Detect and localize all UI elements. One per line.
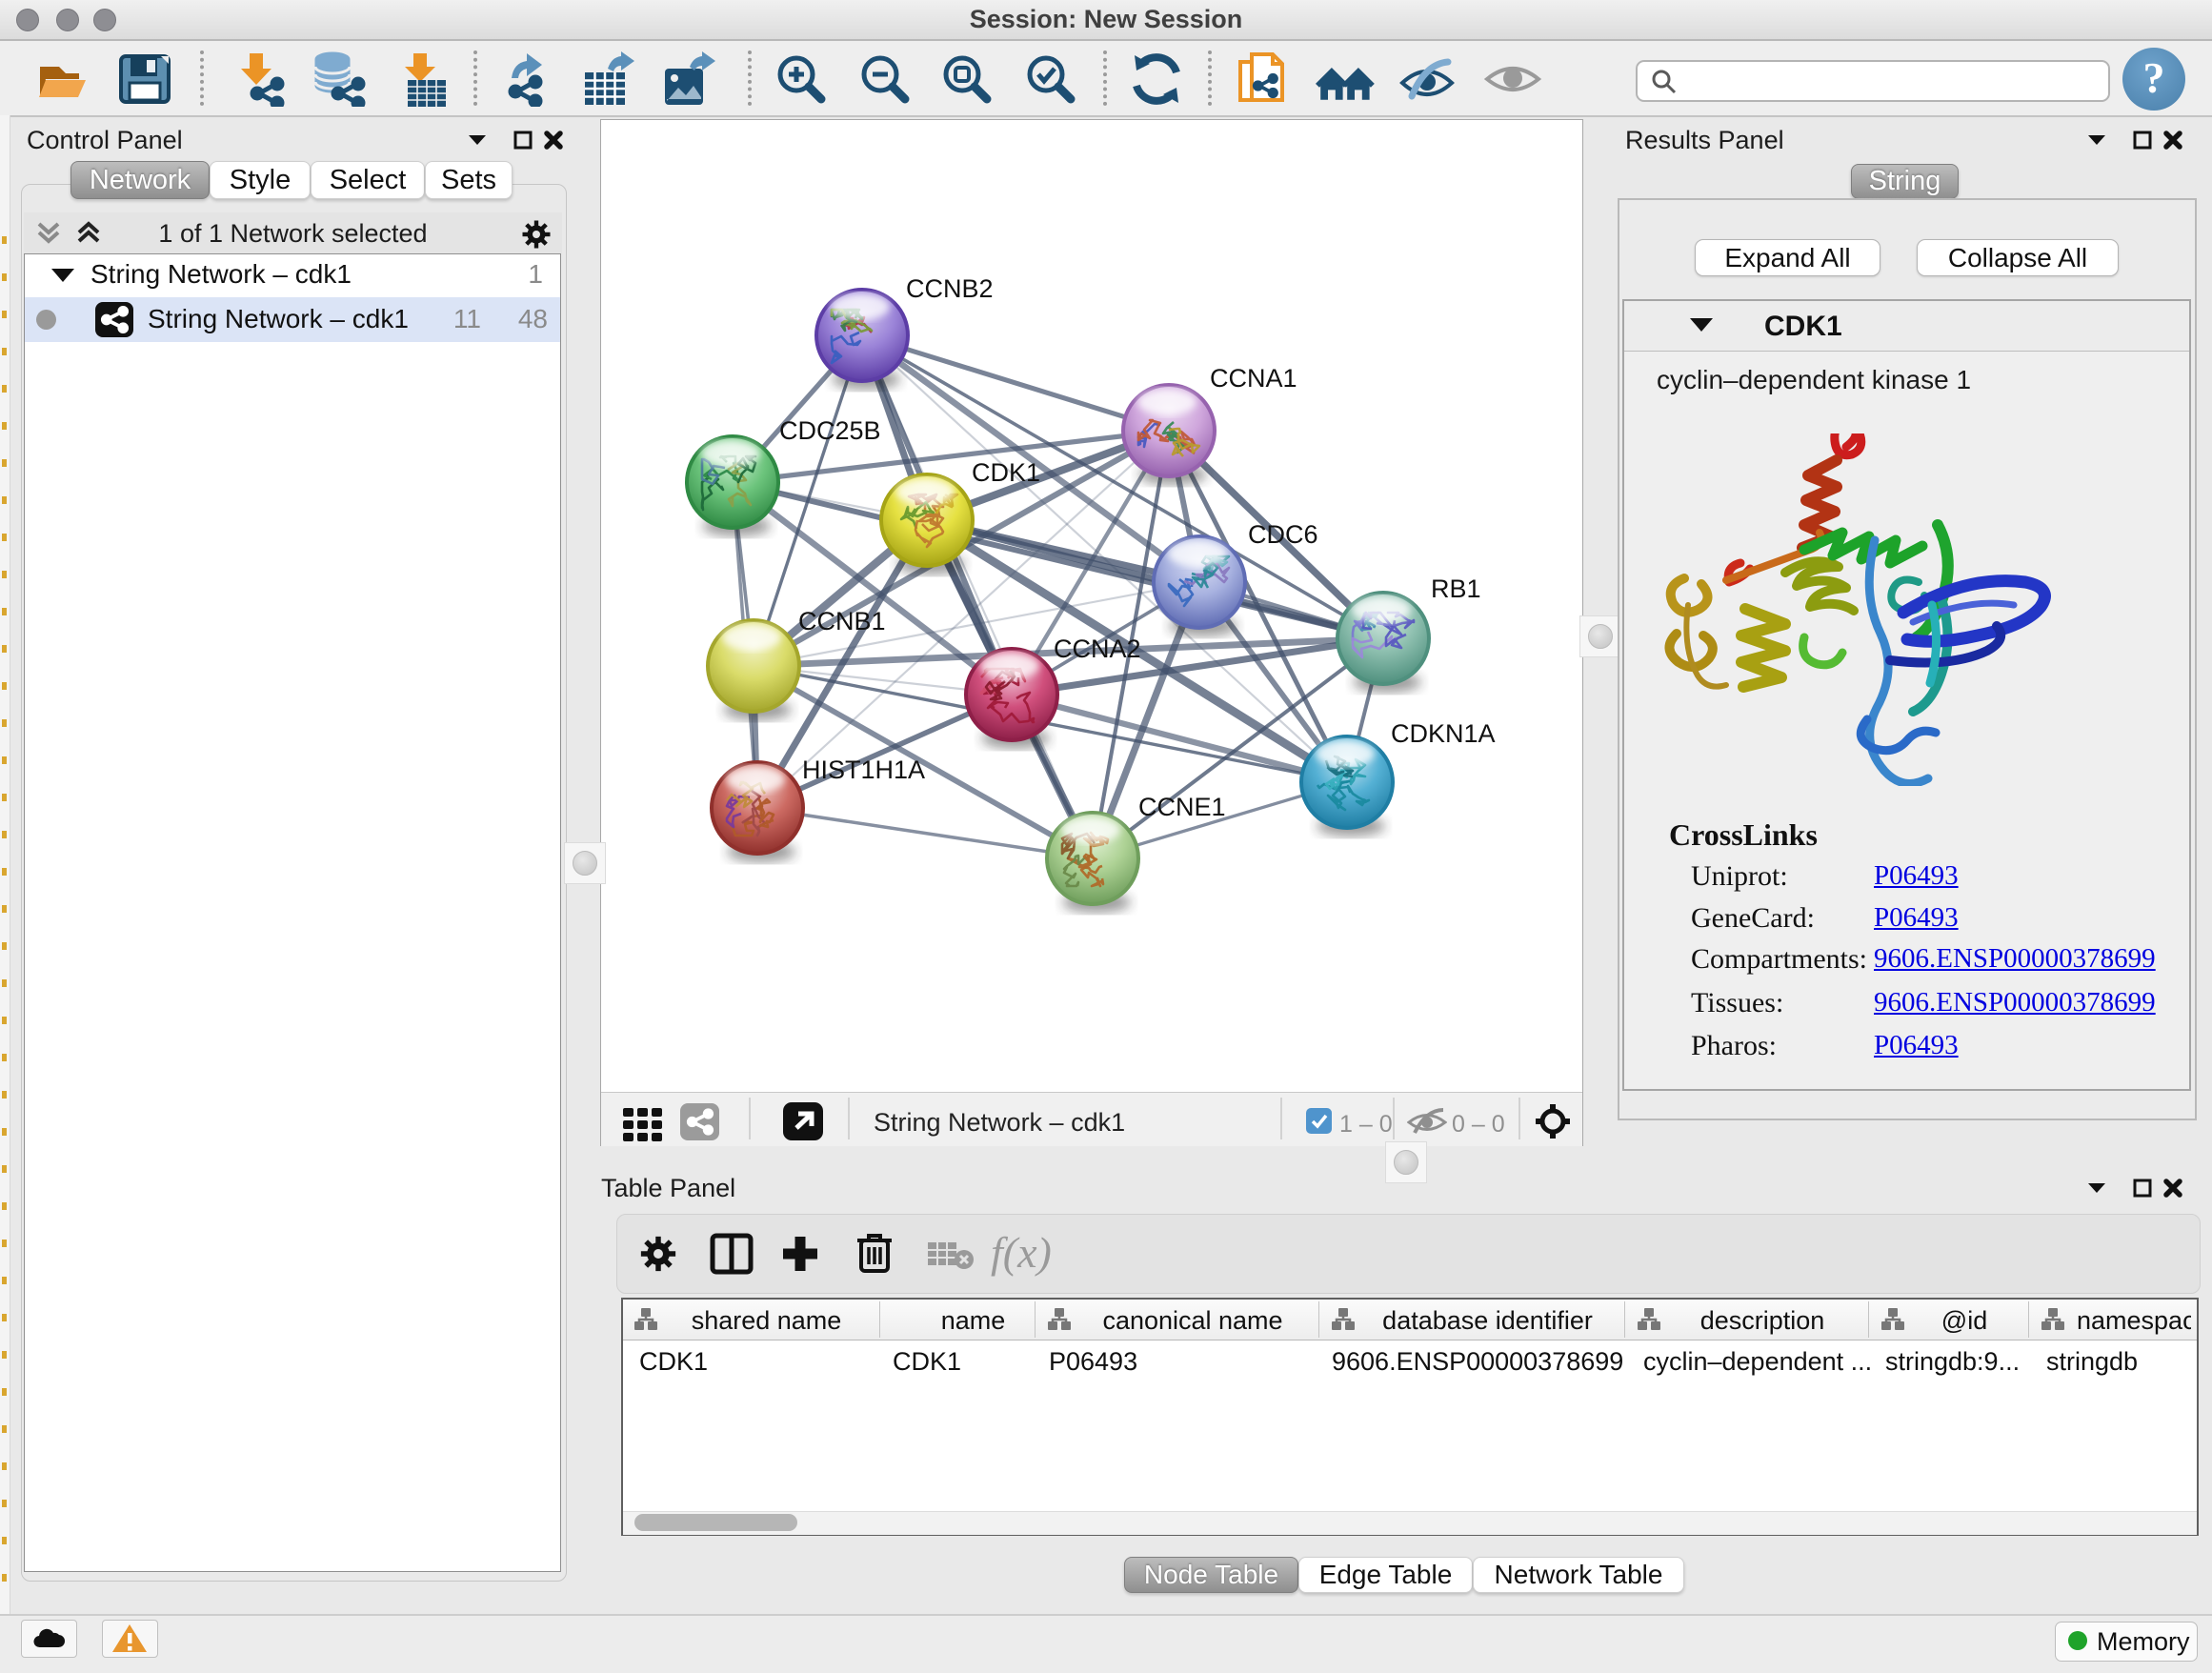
svg-text:CCNA1: CCNA1	[1210, 364, 1297, 393]
svg-text:CDC6: CDC6	[1248, 520, 1318, 549]
svg-text:CDK1: CDK1	[972, 458, 1040, 487]
svg-text:CCNB1: CCNB1	[798, 607, 886, 635]
svg-text:RB1: RB1	[1431, 574, 1481, 603]
svg-text:CCNA2: CCNA2	[1054, 635, 1141, 663]
svg-text:HIST1H1A: HIST1H1A	[802, 756, 925, 784]
svg-text:CCNB2: CCNB2	[906, 274, 994, 303]
svg-text:CDC25B: CDC25B	[779, 416, 881, 445]
svg-text:CCNE1: CCNE1	[1138, 793, 1226, 821]
svg-text:CDKN1A: CDKN1A	[1391, 719, 1496, 748]
